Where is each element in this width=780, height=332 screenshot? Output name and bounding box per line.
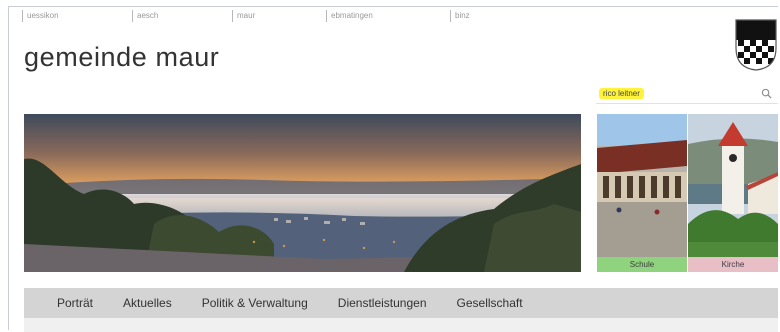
locality-link-aesch[interactable]: aesch	[132, 10, 232, 22]
landscape-sunrise-image	[24, 114, 581, 272]
nav-item-aktuelles[interactable]: Aktuelles	[123, 296, 172, 310]
hero-image	[24, 114, 581, 272]
nav-item-gesellschaft[interactable]: Gesellschaft	[457, 296, 523, 310]
nav-item-dienstleistungen[interactable]: Dienstleistungen	[338, 296, 427, 310]
locality-link-uessikon[interactable]: uessikon	[22, 10, 132, 22]
site-title[interactable]: gemeinde maur	[24, 42, 219, 73]
coat-of-arms-icon	[735, 19, 777, 71]
main-navigation: Porträt Aktuelles Politik & Verwaltung D…	[24, 288, 778, 318]
coat-of-arms-logo[interactable]	[734, 18, 778, 72]
tile-schule[interactable]: Schule	[597, 114, 687, 272]
locality-link-binz[interactable]: binz	[450, 10, 510, 22]
nav-item-portraet[interactable]: Porträt	[57, 296, 93, 310]
tile-caption-kirche[interactable]: Kirche	[688, 257, 778, 272]
locality-nav: uessikon aesch maur ebmatingen binz	[22, 10, 510, 22]
locality-link-maur[interactable]: maur	[232, 10, 326, 22]
search-icon[interactable]	[761, 88, 772, 99]
search-query[interactable]: rico leitner	[599, 88, 644, 99]
school-building-image	[597, 114, 687, 257]
tile-caption-schule[interactable]: Schule	[597, 257, 687, 272]
tile-kirche[interactable]: Kirche	[688, 114, 778, 272]
church-image	[688, 114, 778, 257]
sub-navigation-bar	[24, 318, 778, 332]
nav-item-politik-verwaltung[interactable]: Politik & Verwaltung	[202, 296, 308, 310]
search-field[interactable]: rico leitner	[596, 84, 778, 104]
locality-link-ebmatingen[interactable]: ebmatingen	[326, 10, 450, 22]
